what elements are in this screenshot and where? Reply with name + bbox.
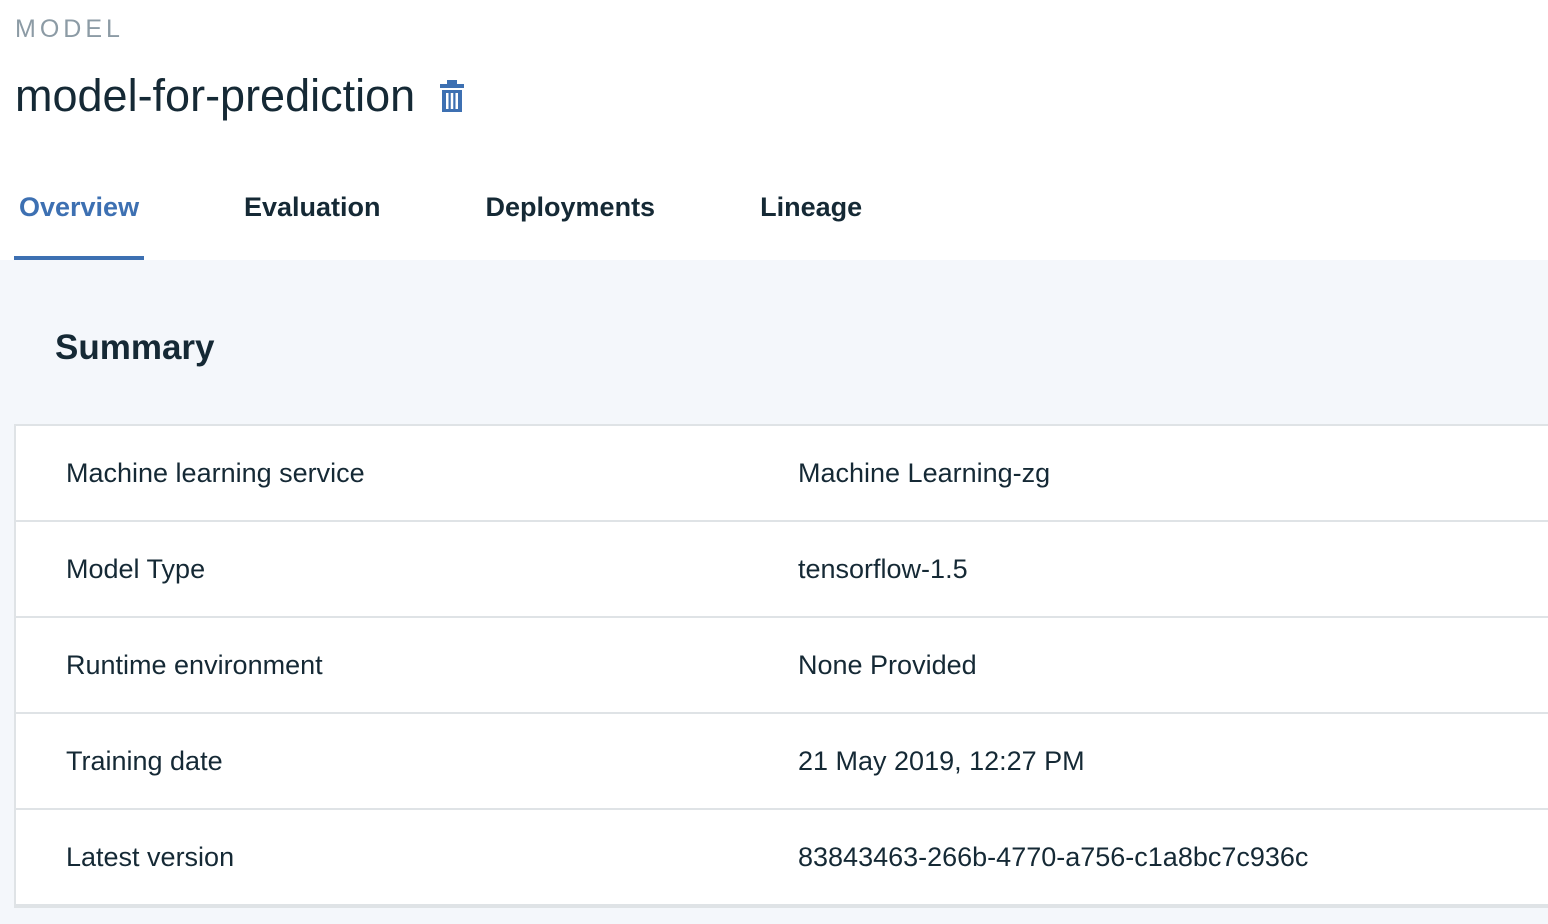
table-row: Latest version 83843463-266b-4770-a756-c… [16, 810, 1548, 906]
row-value: None Provided [798, 649, 977, 680]
summary-heading: Summary [55, 328, 215, 367]
tab-bar: Overview Evaluation Deployments Lineage [14, 160, 862, 260]
page-eyebrow: MODEL [15, 15, 124, 43]
tab-overview[interactable]: Overview [14, 160, 144, 260]
row-key: Machine learning service [66, 457, 365, 488]
row-key: Latest version [66, 841, 235, 872]
row-key: Model Type [66, 553, 206, 584]
trash-icon [440, 80, 465, 112]
table-row: Runtime environment None Provided [16, 618, 1548, 714]
row-value: 83843463-266b-4770-a756-c1a8bc7c936c [798, 841, 1309, 872]
title-row: model-for-prediction [15, 68, 465, 124]
row-value: Machine Learning-zg [798, 457, 1051, 488]
page-title: model-for-prediction [15, 70, 416, 121]
row-value: 21 May 2019, 12:27 PM [798, 745, 1085, 776]
page-header: MODEL model-for-prediction Overview Eval… [0, 0, 1548, 260]
table-row: Model Type tensorflow-1.5 [16, 522, 1548, 618]
row-value: tensorflow-1.5 [798, 553, 968, 584]
table-row: Machine learning service Machine Learnin… [16, 426, 1548, 522]
delete-model-button[interactable] [439, 79, 465, 113]
tab-deployments[interactable]: Deployments [486, 160, 656, 260]
summary-table: Machine learning service Machine Learnin… [14, 424, 1548, 908]
row-key: Training date [66, 745, 223, 776]
tab-lineage[interactable]: Lineage [760, 160, 862, 260]
table-row: Training date 21 May 2019, 12:27 PM [16, 714, 1548, 810]
tab-evaluation[interactable]: Evaluation [244, 160, 381, 260]
row-key: Runtime environment [66, 649, 323, 680]
overview-panel: Summary Machine learning service Machine… [0, 260, 1548, 924]
